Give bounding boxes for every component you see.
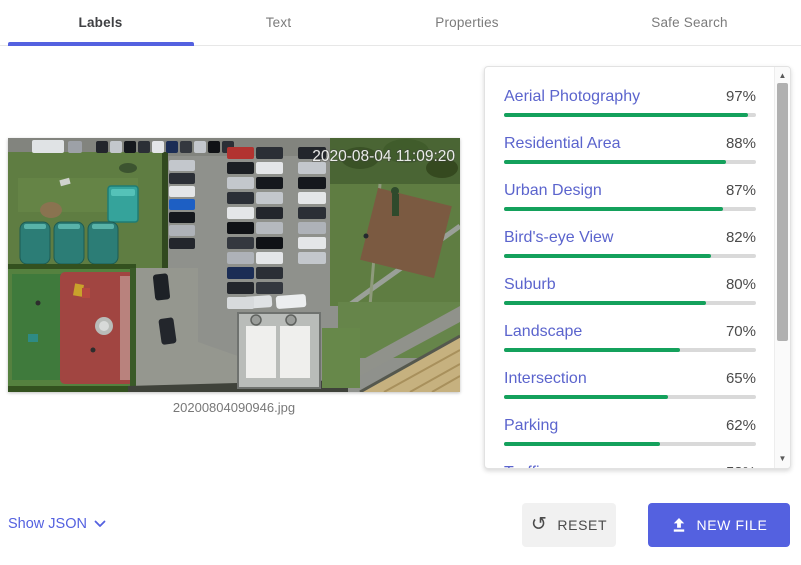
score-bar-fill — [504, 301, 706, 305]
label-link[interactable]: Residential Area — [504, 134, 621, 154]
label-score: 62% — [725, 417, 756, 434]
score-bar-fill — [504, 442, 661, 446]
tab-labels[interactable]: Labels — [0, 0, 201, 46]
show-json-toggle[interactable]: Show JSON — [8, 516, 106, 532]
aerial-photo-image: 2020-08-04 11:09:20 — [8, 138, 460, 392]
panel-scrollbar[interactable]: ▲ ▼ — [774, 67, 790, 468]
new-file-button[interactable]: NEW FILE — [648, 503, 790, 547]
score-bar-track — [504, 207, 756, 211]
score-bar-track — [504, 442, 756, 446]
label-score: 70% — [725, 323, 756, 340]
score-bar-fill — [504, 207, 724, 211]
uploaded-image-container: 2020-08-04 11:09:20 20200804090946.jpg — [8, 138, 460, 415]
label-link[interactable]: Intersection — [504, 369, 587, 389]
tab-labels-label: Labels — [78, 15, 123, 30]
new-file-button-label: NEW FILE — [696, 517, 768, 533]
label-link[interactable]: Urban Design — [504, 181, 602, 201]
active-tab-underline — [8, 42, 194, 46]
chevron-down-icon — [94, 520, 106, 527]
label-row: Bird's-eye View 82% — [504, 228, 756, 260]
label-score: 88% — [725, 135, 756, 152]
score-bar-track — [504, 113, 756, 117]
score-bar-fill — [504, 395, 668, 399]
label-row: Suburb 80% — [504, 275, 756, 307]
label-row: Traffic 58% — [504, 463, 756, 468]
score-bar-track — [504, 348, 756, 352]
reset-button[interactable]: ↺ RESET — [522, 503, 616, 547]
label-score: 58% — [726, 464, 756, 468]
label-link[interactable]: Traffic — [504, 463, 548, 468]
label-score: 87% — [725, 182, 756, 199]
score-bar-track — [504, 395, 756, 399]
scroll-down-arrow-icon[interactable]: ▼ — [775, 452, 790, 466]
score-bar-track — [504, 160, 756, 164]
label-score: 65% — [725, 370, 756, 387]
label-score: 97% — [725, 88, 756, 105]
tab-text-label: Text — [265, 15, 292, 30]
label-score: 80% — [725, 276, 756, 293]
reset-icon: ↺ — [530, 514, 548, 535]
label-link[interactable]: Parking — [504, 416, 558, 436]
label-row: Urban Design 87% — [504, 181, 756, 213]
timestamp-overlay: 2020-08-04 11:09:20 — [312, 148, 455, 165]
score-bar-track — [504, 254, 756, 258]
label-link[interactable]: Landscape — [504, 322, 582, 342]
scrollbar-thumb[interactable] — [777, 83, 788, 341]
tab-properties[interactable]: Properties — [356, 0, 578, 45]
image-filename: 20200804090946.jpg — [172, 400, 296, 415]
label-score: 82% — [725, 229, 756, 246]
scroll-up-arrow-icon[interactable]: ▲ — [775, 69, 790, 83]
label-row: Parking 62% — [504, 416, 756, 448]
upload-icon — [673, 518, 684, 532]
tab-safe-search[interactable]: Safe Search — [578, 0, 801, 45]
label-link[interactable]: Aerial Photography — [504, 87, 640, 107]
score-bar-fill — [504, 348, 681, 352]
score-bar-fill — [504, 160, 726, 164]
score-bar-fill — [504, 254, 711, 258]
labels-result-panel: Aerial Photography 97% Residential Area … — [484, 66, 791, 469]
label-row: Intersection 65% — [504, 369, 756, 401]
reset-button-label: RESET — [557, 517, 608, 533]
label-row: Landscape 70% — [504, 322, 756, 354]
label-row: Residential Area 88% — [504, 134, 756, 166]
tab-text[interactable]: Text — [201, 0, 356, 45]
show-json-label: Show JSON — [8, 516, 87, 532]
label-row: Aerial Photography 97% — [504, 87, 756, 119]
label-link[interactable]: Suburb — [504, 275, 556, 295]
score-bar-fill — [504, 113, 749, 117]
result-tabs: Labels Text Properties Safe Search — [0, 0, 801, 46]
tab-properties-label: Properties — [435, 15, 499, 30]
tab-safe-search-label: Safe Search — [651, 15, 728, 30]
label-link[interactable]: Bird's-eye View — [504, 228, 613, 248]
score-bar-track — [504, 301, 756, 305]
